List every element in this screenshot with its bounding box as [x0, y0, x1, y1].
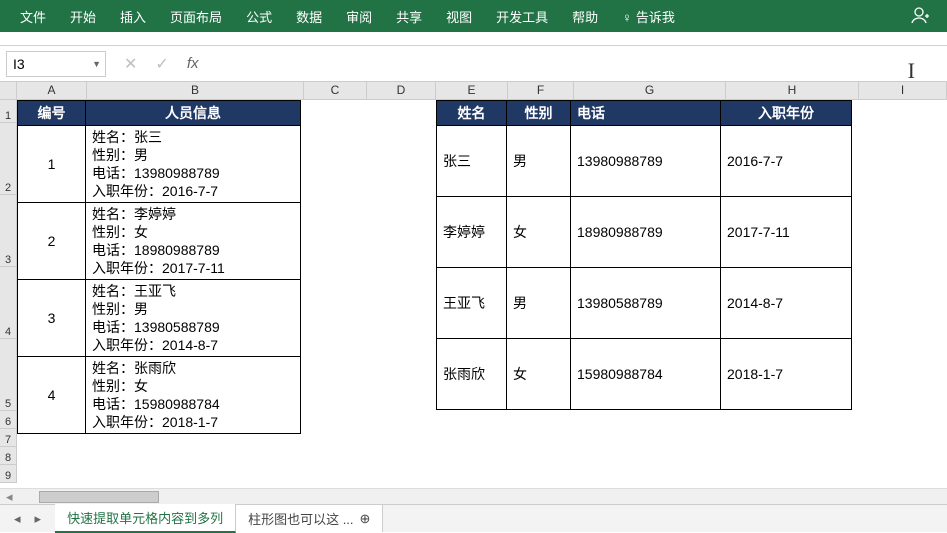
table-row[interactable]: 李婷婷女189809887892017-7-11: [437, 197, 852, 268]
scrollbar-thumb[interactable]: [39, 491, 159, 503]
enter-formula-icon: ✓: [155, 54, 168, 74]
sheet-nav-next-icon[interactable]: ▸: [35, 511, 42, 527]
col-header[interactable]: C: [304, 82, 367, 99]
col-header[interactable]: D: [367, 82, 436, 99]
sheet-tab[interactable]: 柱形图也可以这 ... ⊕: [236, 505, 383, 532]
ribbon-tab[interactable]: 开始: [58, 1, 108, 32]
cell[interactable]: 张雨欣: [437, 339, 507, 410]
row-headers: 1 2 3 4 5 6 7 8 9: [0, 100, 17, 483]
column-headers: A B C D E F G H I: [0, 82, 947, 100]
cell[interactable]: 2016-7-7: [721, 126, 852, 197]
row-header[interactable]: 8: [0, 447, 17, 465]
sheet-tab-bar: ◂ ▸ 快速提取单元格内容到多列 柱形图也可以这 ... ⊕: [0, 504, 947, 532]
cell[interactable]: 男: [507, 126, 571, 197]
cell[interactable]: 4: [18, 357, 86, 434]
ribbon-tab[interactable]: 共享: [384, 1, 434, 32]
cell[interactable]: 姓名：张三 性别：男 电话：13980988789 入职年份：2016-7-7: [86, 126, 301, 203]
table-header[interactable]: 入职年份: [721, 101, 852, 126]
cell[interactable]: 王亚飞: [437, 268, 507, 339]
row-header[interactable]: 1: [0, 100, 17, 123]
ribbon-tab[interactable]: 帮助: [560, 1, 610, 32]
cell[interactable]: 3: [18, 280, 86, 357]
sheet-tab-active[interactable]: 快速提取单元格内容到多列: [55, 504, 236, 533]
table-row[interactable]: 2姓名：李婷婷 性别：女 电话：18980988789 入职年份：2017-7-…: [18, 203, 301, 280]
text-cursor-icon: I: [908, 58, 915, 84]
new-sheet-icon[interactable]: ⊕: [360, 511, 371, 527]
right-data-table[interactable]: 姓名 性别 电话 入职年份 张三男139809887892016-7-7 李婷婷…: [436, 100, 852, 410]
cell[interactable]: 15980988784: [571, 339, 721, 410]
table-row[interactable]: 4姓名：张雨欣 性别：女 电话：15980988784 入职年份：2018-1-…: [18, 357, 301, 434]
sheet-tab-label: 柱形图也可以这 ...: [248, 509, 353, 528]
tellme-button[interactable]: ♀ 告诉我: [610, 1, 687, 32]
cell[interactable]: 男: [507, 268, 571, 339]
left-data-table[interactable]: 编号 人员信息 1姓名：张三 性别：男 电话：13980988789 入职年份：…: [17, 100, 301, 434]
table-header[interactable]: 人员信息: [86, 101, 301, 126]
formula-input[interactable]: [208, 51, 941, 77]
cell[interactable]: 姓名：李婷婷 性别：女 电话：18980988789 入职年份：2017-7-1…: [86, 203, 301, 280]
ribbon-collapse-area: [0, 32, 947, 46]
table-header[interactable]: 姓名: [437, 101, 507, 126]
scroll-left-icon[interactable]: ◂: [0, 489, 19, 505]
chevron-down-icon[interactable]: ▼: [92, 59, 101, 69]
fx-icon[interactable]: fx: [187, 55, 199, 72]
col-header[interactable]: B: [87, 82, 304, 99]
table-row[interactable]: 张雨欣女159809887842018-1-7: [437, 339, 852, 410]
horizontal-scrollbar[interactable]: ◂: [0, 488, 947, 504]
row-header[interactable]: 7: [0, 429, 17, 447]
col-header[interactable]: A: [17, 82, 87, 99]
table-row[interactable]: 3姓名：王亚飞 性别：男 电话：13980588789 入职年份：2014-8-…: [18, 280, 301, 357]
account-icon[interactable]: [899, 5, 939, 28]
ribbon-tab[interactable]: 页面布局: [158, 1, 234, 32]
col-header[interactable]: E: [436, 82, 508, 99]
ribbon-bar: 文件 开始 插入 页面布局 公式 数据 审阅 共享 视图 开发工具 帮助 ♀ 告诉…: [0, 0, 947, 32]
worksheet-grid[interactable]: A B C D E F G H I 1 2 3 4 5 6 7 8 9 编号 人…: [0, 82, 947, 500]
select-all-corner[interactable]: [0, 82, 17, 99]
formula-bar: I3 ▼ ✕ ✓ fx: [0, 46, 947, 82]
row-header[interactable]: 9: [0, 465, 17, 483]
ribbon-tab[interactable]: 视图: [434, 1, 484, 32]
cell[interactable]: 13980588789: [571, 268, 721, 339]
tellme-label: 告诉我: [636, 10, 675, 25]
ribbon-tab[interactable]: 文件: [8, 1, 58, 32]
cell[interactable]: 张三: [437, 126, 507, 197]
ribbon-tab[interactable]: 公式: [234, 1, 284, 32]
cancel-formula-icon: ✕: [124, 54, 137, 74]
row-header[interactable]: 5: [0, 339, 17, 411]
table-header[interactable]: 性别: [507, 101, 571, 126]
cell[interactable]: 2017-7-11: [721, 197, 852, 268]
cell[interactable]: 13980988789: [571, 126, 721, 197]
name-box-value: I3: [13, 56, 25, 72]
lightbulb-icon: ♀: [622, 10, 632, 25]
table-row[interactable]: 王亚飞男139805887892014-8-7: [437, 268, 852, 339]
table-header[interactable]: 编号: [18, 101, 86, 126]
ribbon-tab[interactable]: 数据: [284, 1, 334, 32]
cell[interactable]: 1: [18, 126, 86, 203]
cell[interactable]: 2014-8-7: [721, 268, 852, 339]
cell[interactable]: 女: [507, 339, 571, 410]
col-header[interactable]: H: [726, 82, 859, 99]
cell[interactable]: 18980988789: [571, 197, 721, 268]
col-header[interactable]: I: [859, 82, 947, 99]
cell[interactable]: 2: [18, 203, 86, 280]
cell[interactable]: 姓名：王亚飞 性别：男 电话：13980588789 入职年份：2014-8-7: [86, 280, 301, 357]
col-header[interactable]: F: [508, 82, 574, 99]
ribbon-tab[interactable]: 插入: [108, 1, 158, 32]
row-header[interactable]: 2: [0, 123, 17, 195]
cell[interactable]: 女: [507, 197, 571, 268]
col-header[interactable]: G: [574, 82, 726, 99]
ribbon-tab[interactable]: 审阅: [334, 1, 384, 32]
table-row[interactable]: 1姓名：张三 性别：男 电话：13980988789 入职年份：2016-7-7: [18, 126, 301, 203]
cell[interactable]: 姓名：张雨欣 性别：女 电话：15980988784 入职年份：2018-1-7: [86, 357, 301, 434]
cell[interactable]: 2018-1-7: [721, 339, 852, 410]
name-box[interactable]: I3 ▼: [6, 51, 106, 77]
row-header[interactable]: 4: [0, 267, 17, 339]
table-header[interactable]: 电话: [571, 101, 721, 126]
sheet-nav-prev-icon[interactable]: ◂: [14, 511, 21, 527]
row-header[interactable]: 3: [0, 195, 17, 267]
ribbon-tab[interactable]: 开发工具: [484, 1, 560, 32]
table-row[interactable]: 张三男139809887892016-7-7: [437, 126, 852, 197]
row-header[interactable]: 6: [0, 411, 17, 429]
cell[interactable]: 李婷婷: [437, 197, 507, 268]
